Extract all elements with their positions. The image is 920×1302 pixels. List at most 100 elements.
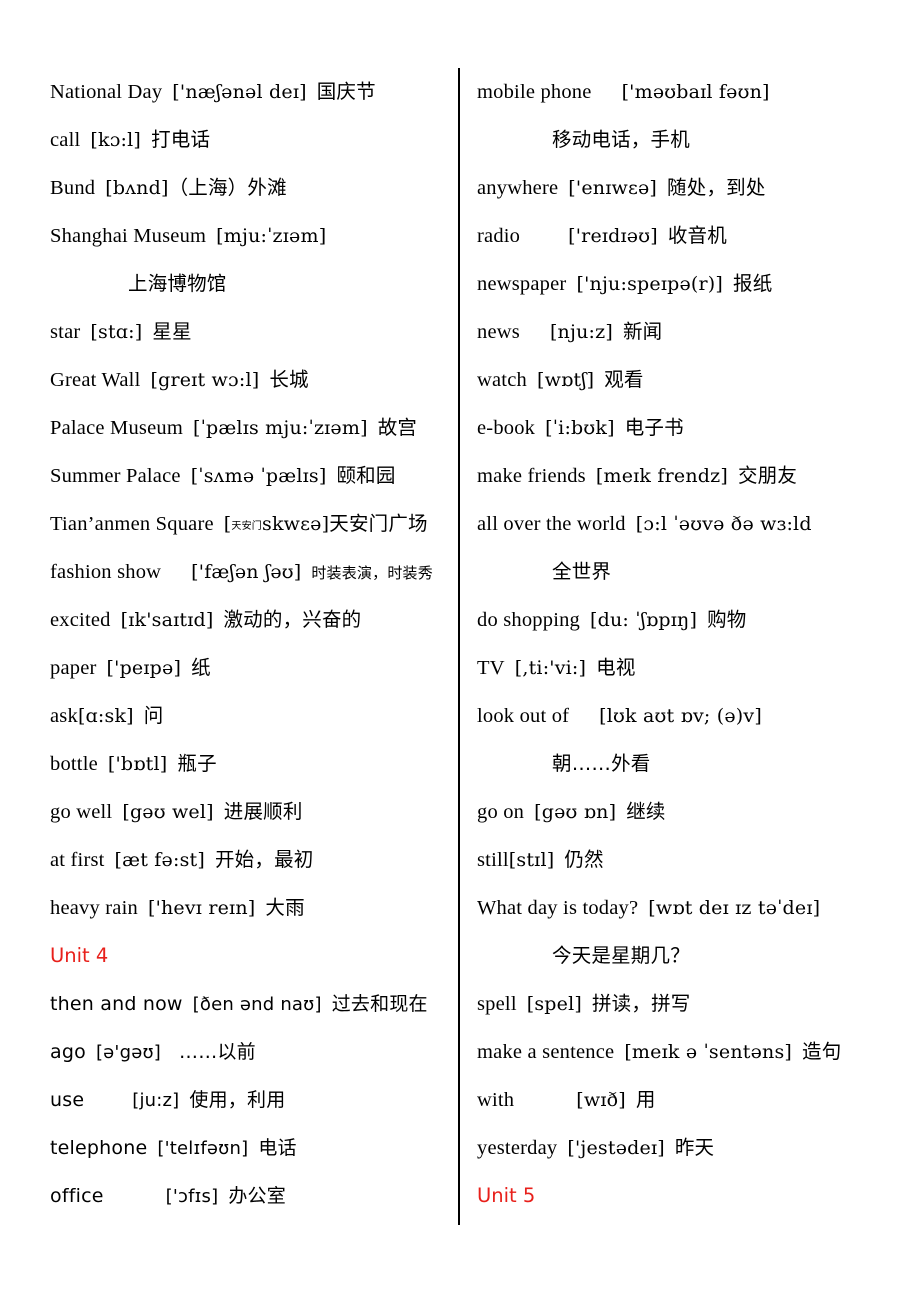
- vocab-entry: yesterday ['jestədeɪ] 昨天: [477, 1124, 920, 1172]
- vocab-entry: Bund [bʌnd]（上海）外滩: [50, 164, 458, 212]
- phonetic: [wɒt deɪ ɪz təˈdeɪ]: [648, 897, 821, 919]
- phonetic: [mju:ˈzɪəm]: [216, 225, 327, 247]
- vocab-entry: look out of [lʊk aʊt ɒv; (ə)v]: [477, 692, 920, 740]
- chinese-gloss: 进展顺利: [223, 800, 303, 823]
- chinese-gloss: 纸: [191, 656, 211, 679]
- vocab-entry: news [nju:z] 新闻: [477, 308, 920, 356]
- vocab-entry: radio ['reɪdɪəʊ] 收音机: [477, 212, 920, 260]
- headword: at first: [50, 849, 105, 871]
- headword: news: [477, 321, 520, 343]
- two-column-layout: National Day ['næʃənəl deɪ] 国庆节 call [kɔ:l]…: [0, 0, 920, 1302]
- vocab-entry-continuation: 今天是星期几？: [477, 932, 920, 980]
- chinese-gloss: 故宫: [377, 416, 418, 439]
- vocab-entry: ask[ɑ:sk] 问: [50, 692, 458, 740]
- chinese-gloss: 造句: [802, 1040, 842, 1063]
- headword: Great Wall: [50, 369, 141, 391]
- phonetic: [ˈsʌmə ˈpælɪs]: [190, 465, 327, 487]
- vocab-entry: go on [gəʊ ɒn] 继续: [477, 788, 920, 836]
- left-column: National Day ['næʃənəl deɪ] 国庆节 call [kɔ:l]…: [0, 0, 458, 1302]
- headword: TV: [477, 657, 505, 679]
- phonetic: ['reɪdɪəʊ]: [568, 225, 658, 247]
- chinese-gloss: ……以前: [179, 1041, 256, 1063]
- phonetic: ['hevɪ reɪn]: [147, 897, 256, 919]
- phonetic: [æt fə:st]: [114, 849, 205, 871]
- phonetic: [stɪl]: [508, 849, 555, 871]
- vocab-entry: Great Wall [greɪt wɔ:l] 长城: [50, 356, 458, 404]
- phonetic: ['fæʃən ʃəʊ]: [191, 561, 302, 583]
- vocab-entry: e-book [ˈi:bʊk] 电子书: [477, 404, 920, 452]
- chinese-gloss: 长城: [269, 368, 309, 391]
- vocab-entry: newspaper ['nju:speɪpə(r)] 报纸: [477, 260, 920, 308]
- chinese-gloss: 移动电话，手机: [552, 128, 690, 151]
- phonetic: [lʊk aʊt ɒv; (ə)v]: [599, 705, 762, 727]
- vocab-entry: then and now [ðen ənd naʊ] 过去和现在: [50, 980, 458, 1028]
- headword: Summer Palace: [50, 465, 181, 487]
- vocab-entry: make a sentence [meɪk ə ˈsentəns] 造句: [477, 1028, 920, 1076]
- headword: watch: [477, 369, 527, 391]
- phonetic: ['bɒtl]: [107, 753, 168, 775]
- unit-heading-4: Unit 4: [50, 944, 109, 967]
- headword: make friends: [477, 465, 586, 487]
- vocab-entry-continuation: 上海博物馆: [50, 260, 458, 308]
- headword: telephone: [50, 1137, 148, 1159]
- headword: office: [50, 1185, 104, 1207]
- phonetic: [wɪð]: [576, 1089, 626, 1111]
- vocab-entry: heavy rain ['hevɪ reɪn] 大雨: [50, 884, 458, 932]
- phonetic: [du: ˈʃɒpɪŋ]: [590, 609, 698, 631]
- vocab-entry: go well [gəʊ wel] 进展顺利: [50, 788, 458, 836]
- chinese-gloss: 拼读，拼写: [591, 992, 691, 1015]
- chinese-gloss: 观看: [604, 368, 644, 391]
- headword: make a sentence: [477, 1041, 615, 1063]
- headword: anywhere: [477, 177, 559, 199]
- chinese-gloss: 交朋友: [737, 464, 798, 487]
- phonetic-chinese-annotation: 天安门: [231, 521, 263, 532]
- chinese-gloss: 用: [635, 1088, 656, 1111]
- phonetic: [meɪk frendz]: [595, 465, 728, 487]
- headword: with: [477, 1089, 515, 1111]
- chinese-gloss: 办公室: [228, 1185, 286, 1207]
- chinese-gloss: 问: [143, 704, 164, 727]
- chinese-gloss: 全世界: [552, 560, 612, 583]
- chinese-gloss: 国庆节: [316, 80, 376, 103]
- chinese-gloss: 上海博物馆: [128, 272, 227, 295]
- chinese-gloss: 瓶子: [177, 752, 217, 775]
- phonetic: ['næʃənəl deɪ]: [172, 81, 307, 103]
- chinese-gloss: 过去和现在: [331, 993, 428, 1015]
- phonetic: [wɒtʃ]: [536, 369, 595, 391]
- headword: do shopping: [477, 609, 580, 631]
- chinese-gloss: 仍然: [564, 848, 604, 871]
- phonetic: [nju:z]: [549, 321, 613, 343]
- headword: yesterday: [477, 1137, 558, 1159]
- chinese-gloss: 星星: [152, 320, 192, 343]
- vocab-entry: use [ju:z] 使用，利用: [50, 1076, 458, 1124]
- headword: spell: [477, 993, 517, 1015]
- vocab-entry: star [stɑ:] 星星: [50, 308, 458, 356]
- chinese-gloss: 收音机: [667, 224, 727, 247]
- chinese-gloss: 打电话: [151, 128, 211, 151]
- phonetic: [stɑ:]: [90, 321, 143, 343]
- headword: all over the world: [477, 513, 626, 535]
- phonetic: [gəʊ wel]: [122, 801, 214, 823]
- chinese-gloss: 电视: [596, 656, 636, 679]
- phonetic: ['nju:speɪpə(r)]: [576, 273, 724, 295]
- chinese-gloss: 今天是星期几？: [552, 944, 690, 967]
- chinese-gloss: 电话: [258, 1137, 297, 1159]
- headword: heavy rain: [50, 897, 138, 919]
- vocab-entry: fashion show ['fæʃən ʃəʊ] 时装表演，时装秀: [50, 548, 458, 596]
- chinese-gloss: 激动的，兴奋的: [223, 608, 362, 631]
- vocab-entry-continuation: 移动电话，手机: [477, 116, 920, 164]
- phonetic: ['peɪpə]: [106, 657, 182, 679]
- headword: then and now: [50, 993, 183, 1015]
- phonetic: [,ti:'vi:]: [514, 657, 587, 679]
- headword: still: [477, 849, 509, 871]
- headword: Palace Museum: [50, 417, 183, 439]
- headword: go on: [477, 801, 525, 823]
- phonetic: [ɔ:l ˈəʊvə ðə wɜ:ld: [635, 513, 812, 535]
- phonetic: [ðen ənd naʊ]: [192, 994, 322, 1015]
- phonetic: [kɔ:l]: [90, 129, 142, 151]
- phonetic: [ɪk'saɪtɪd]: [120, 609, 214, 631]
- headword: fashion show: [50, 561, 162, 583]
- headword: newspaper: [477, 273, 567, 295]
- phonetic: skwεə]: [262, 513, 330, 535]
- vocab-entry: Tian’anmen Square [天安门skwεə]天安门广场: [50, 500, 458, 548]
